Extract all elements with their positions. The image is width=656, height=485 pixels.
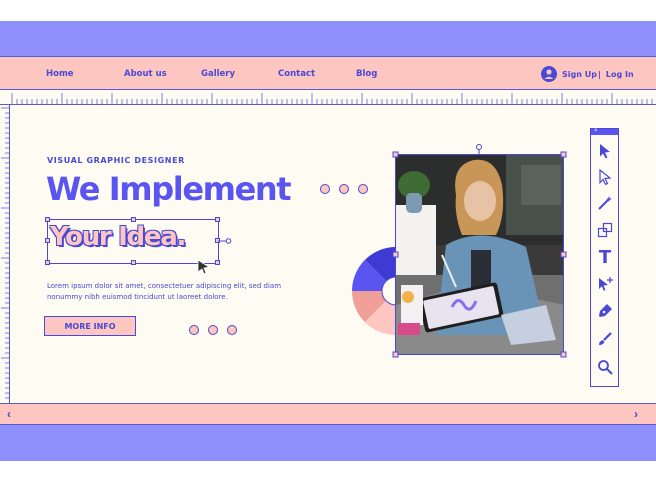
magic-wand-icon[interactable] [595,193,615,213]
hero-body-line-2: nonummy nibh euismod tincidunt ut laoree… [47,293,228,301]
close-icon[interactable]: × [594,127,598,135]
text-tool-icon[interactable]: T [595,247,615,268]
add-anchor-tool-icon[interactable] [595,274,615,294]
pen-tool-icon[interactable] [595,301,615,321]
nav-link-blog[interactable]: Blog [356,69,377,79]
top-nav: Home About us Gallery Contact Blog Sign … [0,56,656,90]
signup-link[interactable]: Sign Up [562,70,597,79]
select-tool-icon[interactable] [595,141,615,161]
photo-selection-handles[interactable] [390,142,570,360]
vertical-ruler [0,105,10,403]
horizontal-ruler [0,90,656,105]
decor-dot [339,184,349,194]
selection-handle[interactable] [215,260,220,265]
zoom-tool-icon[interactable] [595,357,615,377]
rotate-handle[interactable] [218,237,232,245]
nav-separator: | [597,69,601,79]
eyebrow-text: VISUAL GRAPHIC DESIGNER [47,156,185,165]
highlight-text[interactable]: Your Idea. [50,222,186,252]
nav-link-gallery[interactable]: Gallery [201,69,235,79]
tool-palette: × T [590,128,619,387]
direct-select-tool-icon[interactable] [595,167,615,187]
hero-body-line-1: Lorem ipsum dolor sit amet, consectetuer… [47,282,282,290]
nav-link-contact[interactable]: Contact [278,69,315,79]
next-arrow-icon[interactable]: › [634,407,638,421]
more-info-button[interactable]: MORE INFO [44,316,136,336]
brush-tool-icon[interactable] [595,329,615,349]
login-link[interactable]: Log In [606,70,634,79]
auth-links: Sign Up | Log In [541,66,634,82]
prev-arrow-icon[interactable]: ‹ [7,407,11,421]
decor-dot [358,184,368,194]
tool-palette-header: × [591,127,618,135]
selection-handle[interactable] [45,260,50,265]
decor-dot [189,325,199,335]
nav-link-home[interactable]: Home [46,69,74,79]
headline: We Implement [46,170,292,208]
nav-link-about[interactable]: About us [124,69,167,79]
cursor-arrow-icon [197,259,211,275]
decor-dot [208,325,218,335]
hero-body: Lorem ipsum dolor sit amet, consectetuer… [47,281,287,303]
decor-dot [320,184,330,194]
decor-dot [227,325,237,335]
selection-handle[interactable] [131,260,136,265]
selection-handle[interactable] [215,217,220,222]
bottom-scroll-bar: ‹ › [0,403,656,425]
transform-tool-icon[interactable] [595,220,615,240]
user-icon [541,66,557,82]
